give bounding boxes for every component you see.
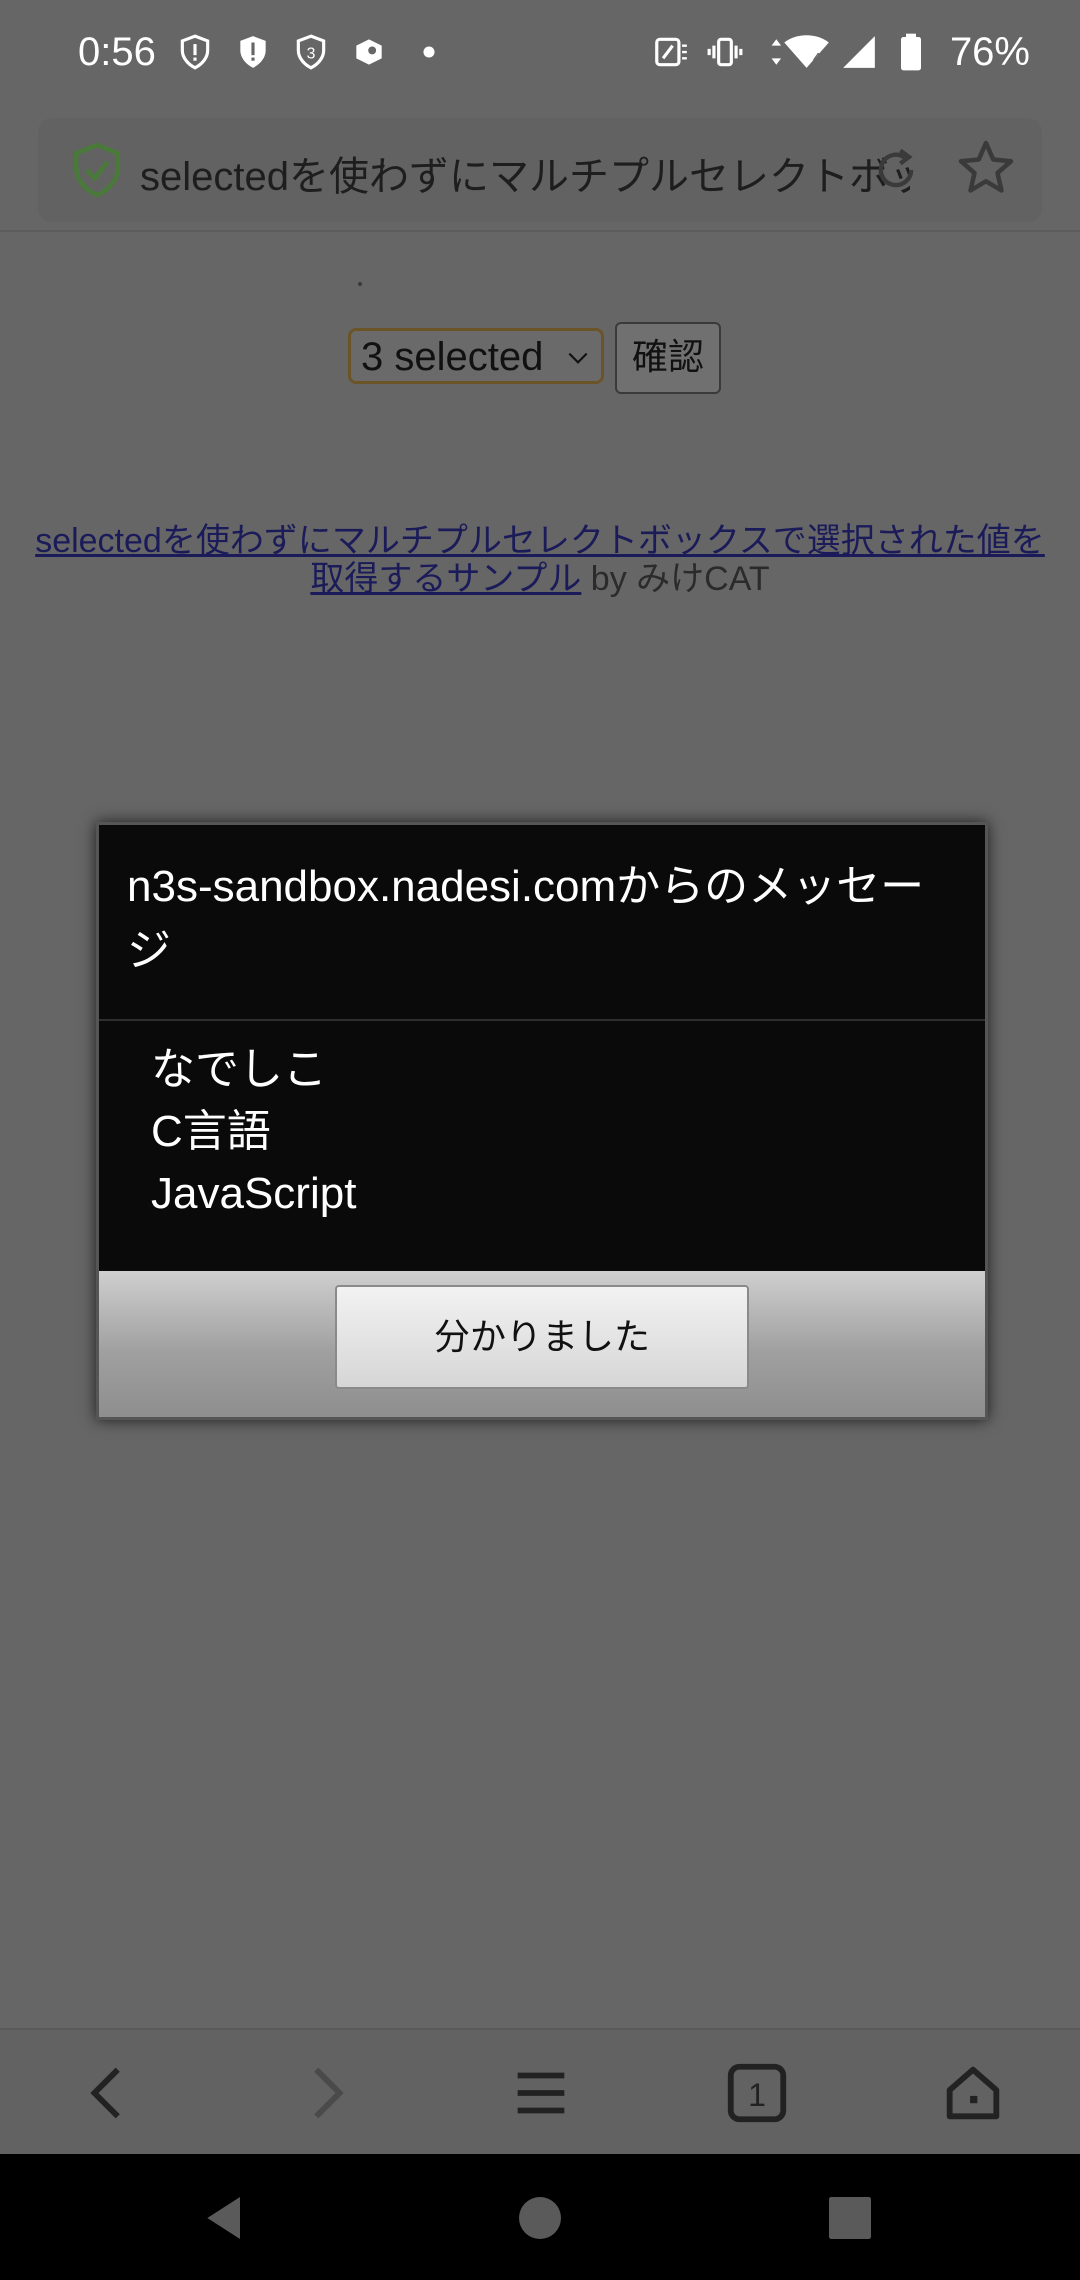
shield-3-icon: 3 (296, 34, 326, 70)
dialog-divider (99, 1019, 985, 1021)
system-nav-bar (0, 2154, 1080, 2280)
chevron-down-icon (568, 352, 588, 364)
url-bar[interactable]: selectedを使わずにマルチプルセレクトボックスで選択された値を取得するサン… (38, 118, 1042, 222)
browser-bottom-nav: 1 (0, 2028, 1080, 2156)
page-dot (358, 282, 362, 286)
select-value: 3 selected (361, 335, 544, 379)
shield-check-icon[interactable] (72, 142, 122, 198)
confirm-button[interactable]: 確認 (615, 322, 721, 394)
dialog-title: n3s-sandbox.nadesi.comからのメッセージ (127, 862, 925, 975)
language-multiselect[interactable]: 3 selected (348, 328, 604, 384)
message-line: なでしこ (151, 1045, 327, 1094)
svg-text:4: 4 (813, 51, 821, 67)
status-bar: 0:56 3 4 76% (0, 0, 1080, 110)
home-icon[interactable] (938, 2058, 1008, 2128)
menu-icon[interactable] (506, 2058, 576, 2128)
forward-icon[interactable] (290, 2058, 360, 2128)
svg-text:3: 3 (307, 45, 316, 62)
app-icon (356, 39, 382, 65)
vibrate-icon (707, 37, 743, 67)
dialog-footer: 分かりました (99, 1271, 985, 1417)
battery-percent: 76% (949, 30, 1030, 74)
shield-alert-icon (180, 34, 210, 70)
alert-dialog: n3s-sandbox.nadesi.comからのメッセージ なでしこ C言語 … (96, 822, 988, 1420)
system-recents-icon[interactable] (822, 2190, 878, 2246)
reload-icon[interactable] (870, 144, 922, 196)
star-icon[interactable] (956, 138, 1016, 198)
shield-exclamation-icon (240, 36, 266, 68)
sample-link[interactable]: selectedを使わずにマルチプルセレクトボックスで選択された値を取得するサン… (35, 522, 1045, 598)
message-line: C言語 (151, 1107, 271, 1156)
byline: by みけCAT (581, 560, 770, 598)
battery-icon (901, 33, 921, 71)
credit-line: selectedを使わずにマルチプルセレクトボックスで選択された値を取得するサン… (20, 522, 1060, 598)
page-title[interactable]: selectedを使わずにマルチプルセレクトボックスで選択された値を取得するサン… (140, 144, 910, 200)
system-back-icon[interactable] (198, 2190, 254, 2246)
message-line: JavaScript (151, 1169, 357, 1218)
ok-button[interactable]: 分かりました (335, 1285, 749, 1389)
status-time: 0:56 (78, 30, 156, 74)
tabs-icon[interactable]: 1 (722, 2058, 792, 2128)
dialog-message: なでしこ C言語 JavaScript (151, 1039, 356, 1225)
nfc-icon (655, 37, 687, 67)
system-home-icon[interactable] (512, 2190, 568, 2246)
signal-icon (843, 36, 875, 68)
browser-toolbar: selectedを使わずにマルチプルセレクトボックスで選択された値を取得するサン… (0, 110, 1080, 232)
wifi-icon: 4 (771, 35, 829, 68)
svg-text:1: 1 (748, 2077, 766, 2113)
back-icon[interactable] (74, 2058, 144, 2128)
dot-icon (423, 46, 435, 58)
